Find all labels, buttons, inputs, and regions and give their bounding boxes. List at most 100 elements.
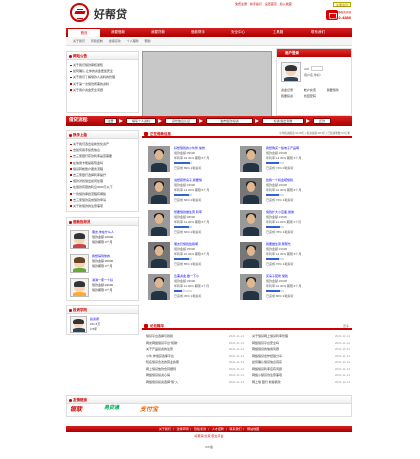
top-link-guide[interactable]: 新手指引 xyxy=(250,2,262,6)
flow-step-profile[interactable]: 填写个人资料 xyxy=(126,118,156,124)
forum-item-title[interactable]: 借贷平台选择与辨别 xyxy=(146,334,173,338)
nav-contact[interactable]: 联系我们 xyxy=(302,28,334,37)
footer-link-legal[interactable]: 法律声明 xyxy=(177,427,189,431)
partner-logo-edaitong[interactable]: 易贷通 xyxy=(104,404,119,414)
footer-link-jobs[interactable]: 人才招聘 xyxy=(212,427,224,431)
loan-progress: 已完成:45% 1笔投标 xyxy=(174,294,202,298)
nav-security[interactable]: 安全中心 xyxy=(222,28,254,37)
arrow-right-icon xyxy=(158,119,162,123)
forum-item-title[interactable]: 网络借贷平台安全吗 xyxy=(252,341,279,345)
forum-item-title[interactable]: 网络借贷投资选择"陷"入 xyxy=(146,380,178,384)
nav-tools[interactable]: 工具箱 xyxy=(262,28,294,37)
loan-item[interactable]: 想要借钱做生意,利率 借款金额:¥8000 年利率:14.00% 期限:6个月 已完成… xyxy=(148,210,236,240)
flow-step-verify[interactable]: 身份信息认证 xyxy=(165,118,197,124)
register-button[interactable]: 注册会员 xyxy=(333,2,351,7)
flow-step-register[interactable]: 注册 xyxy=(104,118,117,124)
top-link-homepage[interactable]: 设置首页 xyxy=(265,2,277,6)
uid-input[interactable] xyxy=(311,66,323,71)
top-link-register[interactable]: 免费注册 xyxy=(235,2,247,6)
borrower-photo[interactable] xyxy=(148,146,170,172)
forum-item-title[interactable]: 网上借贷放款合同细则 xyxy=(146,367,176,371)
loan-progress: 已完成:84% 2笔投标 xyxy=(174,230,202,234)
site-name[interactable]: 好帮贷 xyxy=(94,6,127,22)
nav-helper[interactable]: 借款帮手 xyxy=(182,28,214,37)
borrower-item: 朋友,你在什么人 借款金额:¥2000 借款期限:3个月 xyxy=(92,230,114,245)
loan-title[interactable]: 急需资金,做一下小 xyxy=(174,274,199,278)
loan-title[interactable]: 想要借钱做生意,利率 xyxy=(174,210,202,214)
loan-title[interactable]: 我想购买一些电子产品啊 xyxy=(266,146,299,150)
borrower-photo[interactable] xyxy=(240,146,262,172)
loan-item[interactable]: 给我一个机会吧借钱 借款金额:¥2000 年利率:10.00% 期限:2个月 已完成:… xyxy=(240,178,328,208)
nav-borrow[interactable]: 我要借款 xyxy=(102,28,134,37)
forum-item-title[interactable]: 如何确认借贷信息真实 xyxy=(252,360,282,364)
nav-home[interactable]: 首页 xyxy=(68,28,100,37)
borrower-photo[interactable] xyxy=(240,242,262,268)
footer-link-privacy[interactable]: 隐私条款 xyxy=(194,427,206,431)
loan-title[interactable]: 好想借钱的小伙伴,信誉 xyxy=(174,146,205,150)
borrower-photo[interactable] xyxy=(148,210,170,236)
subnav-guarantee[interactable]: 担保贷款 xyxy=(109,39,121,43)
forum-item-title[interactable]: 网络小额贷款注意事项 xyxy=(252,373,282,377)
news-item[interactable]: 关于新借款的注意事项 xyxy=(70,203,135,209)
partner-logo-alipay[interactable]: 支付宝 xyxy=(140,404,158,414)
borrower-photo[interactable] xyxy=(240,274,262,300)
avatar[interactable] xyxy=(70,230,89,249)
loan-title[interactable]: 借钱扩大小店面,谢谢 xyxy=(266,210,294,214)
loan-item[interactable]: 朋友们借钱给我啊 借款金额:¥5000 年利率:15.00% 期限:6个月 已完成:8… xyxy=(148,242,236,272)
forum-item-title[interactable]: 关于产品投资的注意 xyxy=(146,347,173,351)
forum-item[interactable]: 网上借 银行 新编借款 2021-11-14 xyxy=(252,379,350,386)
notice-item[interactable]: 关于用户资金安全问题 xyxy=(70,87,135,93)
flow-step-repay[interactable]: 还款 xyxy=(313,118,331,124)
more-link[interactable]: 更多 xyxy=(343,322,349,330)
forum-item-title[interactable]: 网友网络借贷平台"陷阱" xyxy=(146,341,178,345)
borrower-photo[interactable] xyxy=(148,242,170,268)
loan-title[interactable]: 给我一个机会吧借钱 xyxy=(266,178,293,182)
loan-item[interactable]: 说想装修房子,我要借 借款金额:¥3000 年利率:13.00% 期限:5个月 已完成… xyxy=(148,178,236,208)
progress-bar xyxy=(266,258,284,260)
forum-item-title[interactable]: 网络借贷的信用问题 xyxy=(252,347,279,351)
partner-logo-unionpay[interactable]: 银联 xyxy=(70,404,82,414)
nav-loan[interactable]: 我要贷款 xyxy=(142,28,174,37)
avatar[interactable] xyxy=(70,254,89,273)
borrower-photo[interactable] xyxy=(240,178,262,204)
forum-item-title[interactable]: 网上借 银行 新编借款 xyxy=(252,380,281,384)
site-logo-icon[interactable] xyxy=(70,3,89,22)
loan-item[interactable]: 买房子装修,借钱 借款金额:¥2000 年利率:10.00% 期限:2个月 已完成:8… xyxy=(240,274,328,304)
flow-step-funded[interactable]: 标满,借出到账 xyxy=(262,118,304,124)
forum-item-title[interactable]: 网络借贷利率应有问题 xyxy=(252,367,282,371)
loan-title[interactable]: 朋友们借钱给我啊 xyxy=(174,242,198,246)
forum-item-title[interactable]: 小伙,你借贷选择平台 xyxy=(146,354,174,358)
borrower-photo[interactable] xyxy=(240,210,262,236)
top-link-favorite[interactable]: 加入收藏 xyxy=(280,2,292,6)
subnav-about[interactable]: 关于我们 xyxy=(73,39,85,43)
borrower-photo[interactable] xyxy=(148,274,170,300)
loan-title[interactable]: 我要做生意,帮帮忙 xyxy=(266,242,291,246)
forum-item[interactable]: 网络借贷投资选择"陷"入 2021-11-14 xyxy=(146,379,244,386)
subnav-help[interactable]: 帮助 xyxy=(144,39,150,43)
login-link-password[interactable]: 找回密码 xyxy=(304,93,326,99)
loan-item[interactable]: 我要做生意,帮帮忙 借款金额:¥1000 年利率:12.00% 期限:3个月 已完成:… xyxy=(240,242,328,272)
borrower-photo[interactable] xyxy=(148,178,170,204)
banner-image[interactable] xyxy=(142,51,272,117)
footer-link-about[interactable]: 关于我们 xyxy=(159,427,171,431)
footer-link-sitemap[interactable]: 网站地图 xyxy=(247,427,259,431)
loan-item[interactable]: 我想购买一些电子产品啊 借款金额:¥3000 年利率:14.00% 期限:1个月 已完… xyxy=(240,146,328,176)
avatar[interactable] xyxy=(70,316,87,333)
login-link-borrow[interactable]: 我要借款 xyxy=(327,87,349,93)
loan-item[interactable]: 急需资金,做一下小 借款金额:¥3000 年利率:11.00% 期限:1个月 已完成:… xyxy=(148,274,236,304)
flow-step-publish[interactable]: 发布借款/投资 xyxy=(206,118,253,124)
forum-item-title[interactable]: 知名借贷合法的营业执照 xyxy=(146,360,179,364)
loan-title[interactable]: 买房子装修,借钱 xyxy=(266,274,288,278)
avatar[interactable] xyxy=(70,278,89,297)
subnav-risk[interactable]: 风险控制 xyxy=(91,39,103,43)
subnav-finance[interactable]: 个人理财 xyxy=(127,39,139,43)
footer-link-contact[interactable]: 联系我们 xyxy=(229,427,241,431)
loan-item[interactable]: 借钱扩大小店面,谢谢 借款金额:¥1500 年利率:11.00% 期限:1个月 已完成… xyxy=(240,210,328,240)
loan-item[interactable]: 好想借钱的小伙伴,信誉 借款金额:¥5000 年利率:19.00% 期限:6个月 已完… xyxy=(148,146,236,176)
login-link-invest[interactable]: 我要投资 xyxy=(281,93,303,99)
loan-title[interactable]: 说想装修房子,我要借 xyxy=(174,178,202,182)
forum-item-title[interactable]: 网络借贷合作经验分享 xyxy=(252,354,282,358)
forum-item-title[interactable]: 网络借贷投资心得 xyxy=(146,373,170,377)
loan-amount: 借款金额:¥8000 xyxy=(174,215,196,219)
forum-item-title[interactable]: 关于借贷网上借贷利率管理 xyxy=(252,334,288,338)
